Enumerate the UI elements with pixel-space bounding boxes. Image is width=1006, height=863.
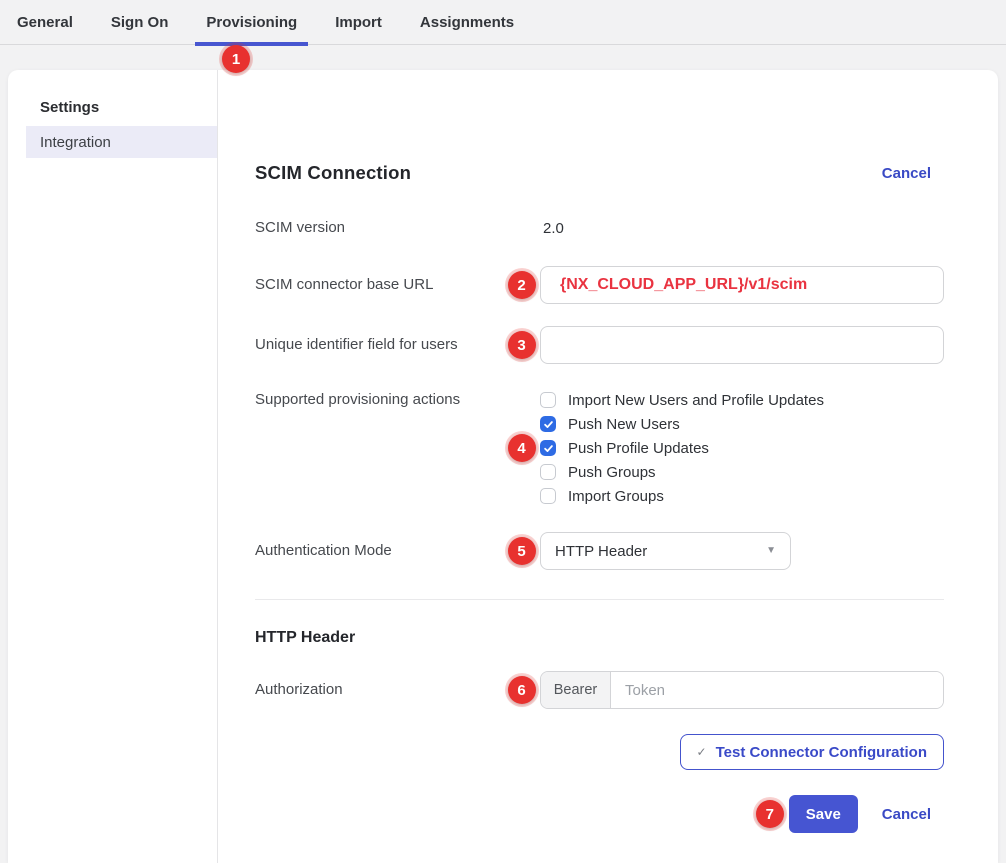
auth-mode-select[interactable]: HTTP Header ▼ [540,532,791,570]
bearer-prefix: Bearer [541,672,611,708]
base-url-input[interactable] [540,266,944,304]
test-connector-label: Test Connector Configuration [716,744,927,761]
check-icon [543,443,554,454]
step-badge-2: 2 [508,271,536,299]
check-icon [543,419,554,430]
step-badge-4: 4 [508,434,536,462]
option-push-profile-updates[interactable]: Push Profile Updates [540,436,944,460]
auth-mode-row: Authentication Mode 5 HTTP Header ▼ [255,532,944,570]
cancel-link-top[interactable]: Cancel [882,165,931,182]
option-push-groups[interactable]: Push Groups [540,460,944,484]
badge-slot: 2 [503,271,540,299]
step-badge-5: 5 [508,537,536,565]
http-header-heading: HTTP Header [255,629,944,647]
option-push-new-users[interactable]: Push New Users [540,412,944,436]
checkbox[interactable] [540,416,556,432]
checkbox-label: Import New Users and Profile Updates [568,392,824,409]
token-input[interactable] [611,672,943,708]
step-badge-3: 3 [508,331,536,359]
checkbox-list: Import New Users and Profile Updates Pus… [540,388,944,508]
unique-id-label: Unique identifier field for users [255,335,503,355]
save-button[interactable]: Save [789,795,858,833]
step-badge-1: 1 [222,45,250,73]
auth-mode-selected-value: HTTP Header [555,543,647,560]
scim-version-label: SCIM version [255,218,503,238]
tab-provisioning[interactable]: Provisioning [206,0,297,45]
base-url-row: SCIM connector base URL 2 [255,266,944,304]
badge-slot: 4 [503,434,540,462]
provisioning-panel: Settings Integration SCIM Connection Can… [8,70,998,863]
checkbox[interactable] [540,440,556,456]
checkbox[interactable] [540,488,556,504]
auth-mode-label: Authentication Mode [255,541,503,561]
sidebar-item-integration[interactable]: Integration [26,126,217,158]
sidebar-heading: Settings [40,100,217,116]
check-icon: ✓ [697,745,707,759]
page-title: SCIM Connection [255,162,411,184]
scim-version-row: SCIM version 2.0 [255,218,944,238]
chevron-down-icon: ▼ [766,546,776,556]
checkbox[interactable] [540,464,556,480]
badge-slot: 3 [503,331,540,359]
test-connector-row: ✓ Test Connector Configuration [255,734,944,770]
authorization-row: Authorization 6 Bearer [255,671,944,709]
scim-version-value: 2.0 [540,220,944,237]
provisioning-actions-label: Supported provisioning actions [255,388,503,412]
provisioning-actions-row: Supported provisioning actions 4 Import … [255,388,944,508]
checkbox[interactable] [540,392,556,408]
tab-assignments[interactable]: Assignments [420,0,514,45]
tab-sign-on[interactable]: Sign On [111,0,169,45]
form-footer: 7 Save Cancel [255,795,944,833]
badge-slot: 5 [503,537,540,565]
step-badge-7: 7 [756,800,784,828]
checkbox-label: Push New Users [568,416,680,433]
checkbox-label: Push Groups [568,464,656,481]
option-import-groups[interactable]: Import Groups [540,484,944,508]
base-url-label: SCIM connector base URL [255,275,503,295]
tab-import[interactable]: Import [335,0,382,45]
test-connector-button[interactable]: ✓ Test Connector Configuration [680,734,944,770]
settings-sidebar: Settings Integration [8,70,218,863]
step-badge-6: 6 [508,676,536,704]
tab-general[interactable]: General [17,0,73,45]
authorization-label: Authorization [255,680,503,700]
unique-id-input[interactable] [540,326,944,364]
authorization-input-group: Bearer [540,671,944,709]
unique-id-row: Unique identifier field for users 3 [255,326,944,364]
cancel-link-bottom[interactable]: Cancel [882,806,931,823]
option-import-new-users[interactable]: Import New Users and Profile Updates [540,388,944,412]
checkbox-label: Push Profile Updates [568,440,709,457]
badge-slot: 6 [503,676,540,704]
section-divider [255,599,944,600]
title-row: SCIM Connection Cancel [255,162,944,184]
checkbox-label: Import Groups [568,488,664,505]
scim-connection-form: SCIM Connection Cancel SCIM version 2.0 … [218,70,998,863]
tab-bar: General Sign On Provisioning Import Assi… [0,0,1006,45]
